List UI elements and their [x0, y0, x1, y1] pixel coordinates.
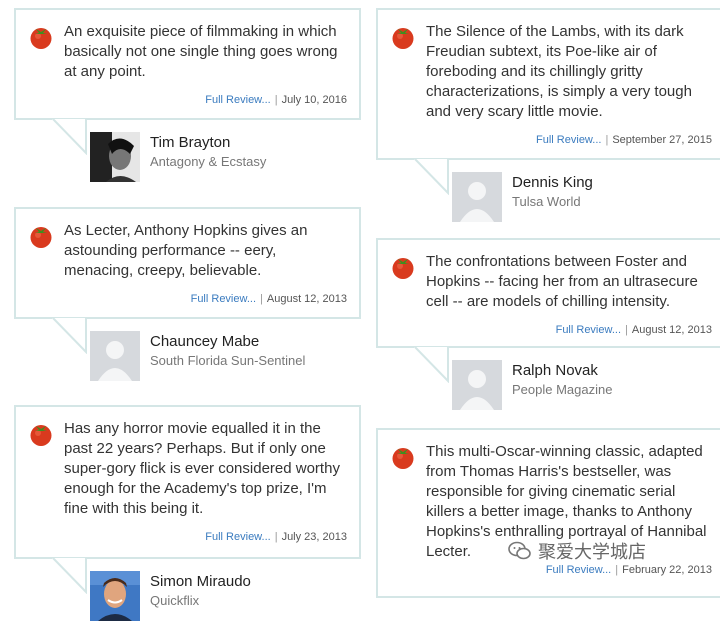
avatar[interactable]: [452, 172, 502, 222]
review-meta: Full Review... | July 10, 2016: [64, 94, 347, 106]
critic-info: Chauncey Mabe South Florida Sun-Sentinel: [14, 319, 361, 389]
review-card: The confrontations between Foster and Ho…: [376, 238, 720, 418]
divider: |: [274, 94, 278, 106]
critic-name[interactable]: Ralph Novak: [512, 362, 598, 379]
review-meta: Full Review... | July 23, 2013: [64, 531, 347, 543]
avatar[interactable]: [90, 132, 140, 182]
review-quote: The Silence of the Lambs, with its dark …: [426, 23, 692, 120]
review-card: As Lecter, Anthony Hopkins gives an asto…: [14, 207, 361, 389]
full-review-link[interactable]: Full Review...: [546, 564, 611, 576]
critic-publication[interactable]: South Florida Sun-Sentinel: [150, 353, 305, 368]
review-meta: Full Review... | September 27, 2015: [426, 134, 712, 146]
watermark-text: 聚爱大学城店: [538, 542, 646, 562]
critic-name[interactable]: Chauncey Mabe: [150, 333, 259, 350]
review-card: An exquisite piece of filmmaking in whic…: [14, 8, 361, 190]
divider: |: [605, 134, 609, 146]
review-meta: Full Review... | August 12, 2013: [426, 324, 712, 336]
critic-name[interactable]: Dennis King: [512, 174, 593, 191]
review-date: September 27, 2015: [612, 134, 712, 146]
critic-publication[interactable]: Antagony & Ecstasy: [150, 154, 266, 169]
review-bubble: The confrontations between Foster and Ho…: [376, 238, 720, 383]
divider: |: [625, 324, 628, 336]
review-bubble: An exquisite piece of filmmaking in whic…: [14, 8, 361, 155]
critic-publication[interactable]: Tulsa World: [512, 194, 581, 209]
review-card: Has any horror movie equalled it in the …: [14, 405, 361, 629]
avatar[interactable]: [90, 571, 140, 621]
tomato-icon: [30, 425, 52, 446]
review-bubble: This multi-Oscar-winning classic, adapte…: [376, 428, 720, 598]
critic-info: Ralph Novak People Magazine: [376, 348, 720, 418]
review-quote: Has any horror movie equalled it in the …: [64, 420, 340, 517]
critic-info: Simon Miraudo Quickflix: [14, 559, 361, 629]
critic-publication[interactable]: Quickflix: [150, 593, 199, 608]
divider: |: [274, 531, 278, 543]
divider: |: [615, 564, 619, 576]
full-review-link[interactable]: Full Review...: [205, 94, 270, 106]
review-card: The Silence of the Lambs, with its dark …: [376, 8, 720, 230]
review-meta: Full Review... | August 12, 2013: [64, 293, 347, 305]
critic-name[interactable]: Tim Brayton: [150, 134, 230, 151]
review-bubble: As Lecter, Anthony Hopkins gives an asto…: [14, 207, 361, 354]
review-card: This multi-Oscar-winning classic, adapte…: [376, 428, 720, 598]
review-date: August 12, 2013: [631, 324, 712, 336]
critic-info: Tim Brayton Antagony & Ecstasy: [14, 120, 361, 190]
avatar[interactable]: [452, 360, 502, 410]
critic-publication[interactable]: People Magazine: [512, 382, 612, 397]
review-date: February 22, 2013: [622, 564, 712, 576]
full-review-link[interactable]: Full Review...: [191, 293, 256, 305]
review-quote: As Lecter, Anthony Hopkins gives an asto…: [64, 222, 308, 279]
critic-info: Dennis King Tulsa World: [376, 160, 720, 230]
review-bubble: The Silence of the Lambs, with its dark …: [376, 8, 720, 195]
tomato-icon: [392, 448, 414, 469]
review-quote: An exquisite piece of filmmaking in whic…: [64, 23, 338, 80]
review-date: July 23, 2013: [281, 531, 347, 543]
avatar[interactable]: [90, 331, 140, 381]
full-review-link[interactable]: Full Review...: [205, 531, 270, 543]
tomato-icon: [30, 28, 52, 49]
divider: |: [260, 293, 263, 305]
tomato-icon: [30, 227, 52, 248]
review-quote: The confrontations between Foster and Ho…: [426, 253, 698, 310]
reviews-column-left: An exquisite piece of filmmaking in whic…: [14, 0, 361, 629]
review-bubble: Has any horror movie equalled it in the …: [14, 405, 361, 594]
tomato-icon: [392, 28, 414, 49]
review-meta: Full Review... | February 22, 2013: [426, 564, 712, 576]
review-date: July 10, 2016: [281, 94, 347, 106]
wechat-icon: [508, 541, 531, 560]
reviews-column-right: The Silence of the Lambs, with its dark …: [376, 0, 720, 598]
full-review-link[interactable]: Full Review...: [536, 134, 601, 146]
critic-name[interactable]: Simon Miraudo: [150, 573, 251, 590]
review-date: August 12, 2013: [266, 293, 347, 305]
full-review-link[interactable]: Full Review...: [556, 324, 621, 336]
watermark: 聚爱大学城店: [508, 538, 646, 564]
tomato-icon: [392, 258, 414, 279]
